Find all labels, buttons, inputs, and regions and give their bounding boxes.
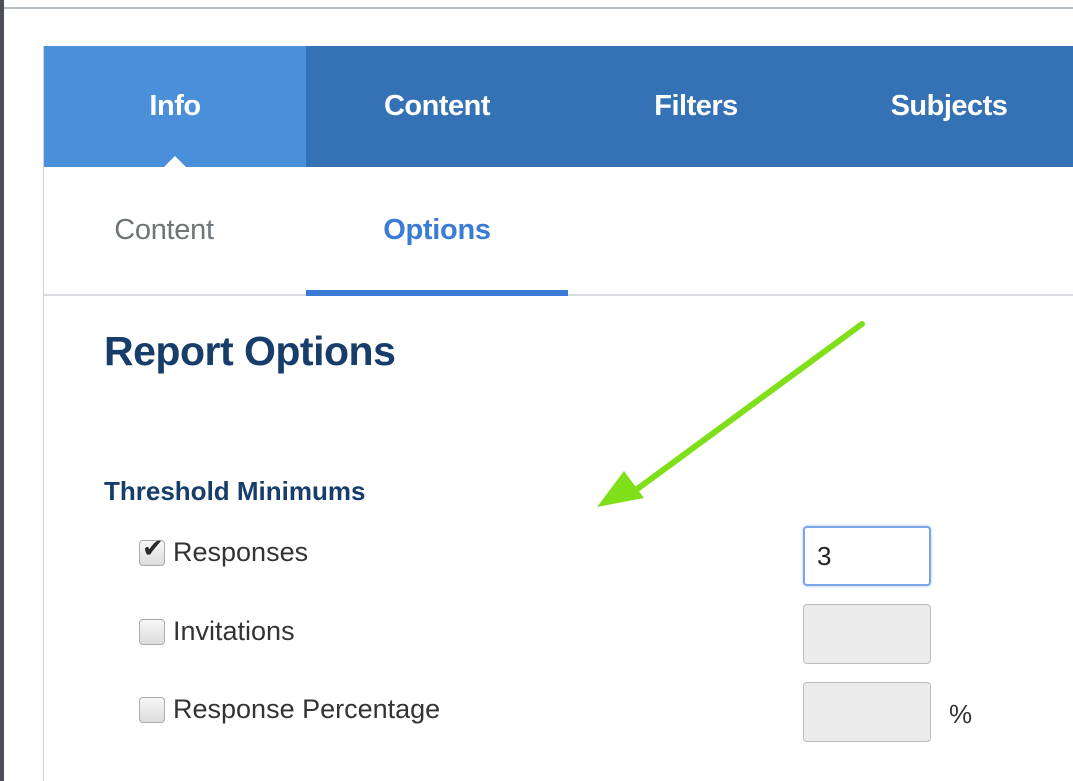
tab-info-label: Info — [149, 90, 201, 122]
responses-label: Responses — [173, 537, 309, 567]
invitations-checkbox[interactable] — [139, 618, 165, 645]
percent-unit-label: % — [949, 699, 973, 729]
tab-subjects-label: Subjects — [890, 90, 1008, 122]
responses-threshold-input[interactable] — [803, 526, 931, 586]
secondary-tab-bar: Content Options — [44, 167, 1073, 296]
tab-content-label: Content — [383, 90, 491, 122]
invitations-threshold-input[interactable] — [803, 604, 931, 664]
tab-filters[interactable]: Filters — [568, 46, 824, 167]
primary-tab-bar: Info Content Filters Subjects — [44, 46, 1073, 168]
page-title: Report Options — [104, 328, 396, 374]
active-tab-underline — [306, 290, 568, 296]
response-percentage-checkbox[interactable] — [139, 696, 165, 723]
tab-info[interactable]: Info — [44, 46, 306, 168]
subtab-options-label: Options — [383, 214, 491, 246]
subtab-content-label: Content — [114, 214, 214, 246]
tab-filters-label: Filters — [654, 90, 738, 122]
tab-content[interactable]: Content — [306, 46, 568, 167]
check-mark-icon: ✔ — [142, 532, 164, 563]
subtab-content[interactable]: Content — [89, 167, 239, 294]
option-row-invitations: Invitations — [139, 616, 295, 647]
report-panel: Info Content Filters Subjects Content Op… — [43, 46, 1073, 781]
window-left-frame — [0, 0, 4, 781]
option-row-response-percentage: Response Percentage — [139, 694, 440, 725]
response-percentage-threshold-input[interactable] — [803, 682, 931, 742]
section-title: Threshold Minimums — [104, 476, 366, 506]
response-percentage-label: Response Percentage — [173, 694, 441, 724]
subtab-options[interactable]: Options — [306, 167, 568, 296]
window-top-rule — [0, 0, 1073, 9]
invitations-label: Invitations — [173, 616, 295, 646]
option-row-responses: ✔ Responses — [139, 535, 309, 568]
responses-checkbox[interactable]: ✔ — [139, 535, 165, 566]
tab-subjects[interactable]: Subjects — [824, 46, 1073, 167]
